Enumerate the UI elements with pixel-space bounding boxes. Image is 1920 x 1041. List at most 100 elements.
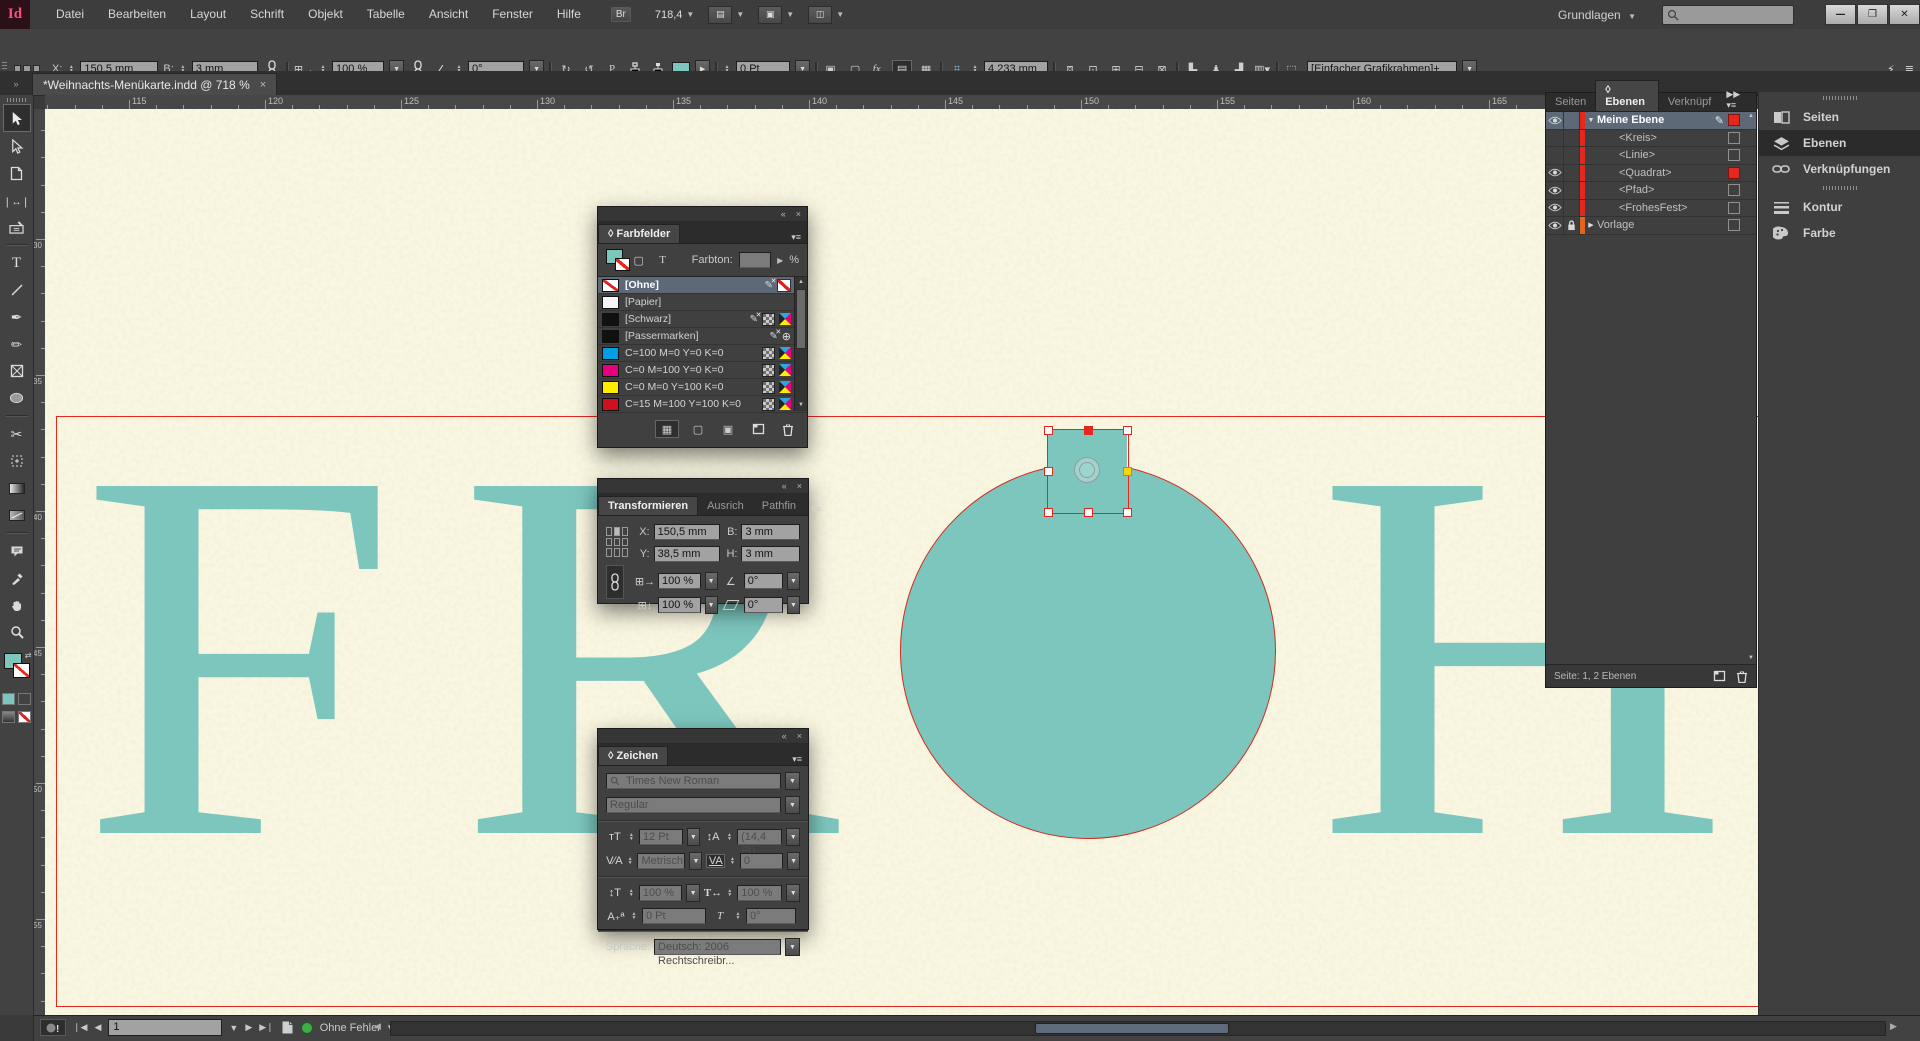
visibility-toggle[interactable]: [1546, 112, 1564, 129]
swatch-row[interactable]: C=15 M=100 Y=100 K=0: [598, 396, 807, 413]
panel-menu-icon[interactable]: ▾≡: [805, 504, 827, 515]
swatch-row[interactable]: [Passermarken]✎⊕: [598, 328, 807, 345]
swap-fill-stroke-icon[interactable]: ⇄: [25, 651, 32, 660]
tw-field[interactable]: 3 mm: [741, 524, 800, 540]
horizontal-scrollbar[interactable]: [390, 1021, 1886, 1036]
stroke-swatch[interactable]: [13, 663, 30, 678]
scroll-down-icon[interactable]: ▼: [795, 400, 807, 411]
expand-icon[interactable]: ▼: [1585, 117, 1597, 124]
close-panel-icon[interactable]: ×: [797, 731, 802, 741]
layer-row[interactable]: ▶Vorlage: [1546, 217, 1756, 235]
first-page-button[interactable]: ❘◀: [73, 1022, 87, 1033]
view-options-caret-icon[interactable]: ▼: [736, 10, 744, 19]
menu-fenster[interactable]: Fenster: [480, 0, 545, 29]
leading-field[interactable]: (14,4 Pt): [737, 829, 782, 845]
formatting-affects-container-button[interactable]: [2, 693, 15, 705]
gap-tool[interactable]: ❘↔❘: [4, 187, 30, 213]
document-canvas[interactable]: FR H « × ◊ Farbfelder ▾≡: [45, 109, 1758, 1015]
layer-row[interactable]: ▼Meine Ebene✎: [1546, 112, 1756, 130]
bridge-button[interactable]: Br: [611, 7, 631, 22]
selection-proxy[interactable]: [1728, 184, 1740, 196]
screen-mode-caret-icon[interactable]: ▼: [786, 10, 794, 19]
scissors-tool[interactable]: ✂: [4, 421, 30, 447]
workspace-switcher[interactable]: Grundlagen ▼: [1558, 8, 1636, 22]
dock-item-farbe[interactable]: Farbe: [1759, 220, 1920, 246]
text-button[interactable]: T: [654, 252, 672, 268]
gradient-tool[interactable]: [4, 475, 30, 501]
language-dropdown[interactable]: ▼: [785, 938, 800, 956]
pencil-tool[interactable]: ✏: [4, 331, 30, 357]
selection-proxy[interactable]: [1728, 219, 1740, 231]
restore-button[interactable]: ❐: [1857, 4, 1888, 25]
delete-layer-button[interactable]: [1736, 670, 1748, 683]
layer-row[interactable]: <FrohesFest>: [1546, 200, 1756, 218]
baseline-stepper[interactable]: ▲▼: [630, 912, 638, 920]
lock-toggle[interactable]: [1564, 112, 1580, 129]
lock-toggle[interactable]: [1564, 217, 1580, 234]
swatches-scrollbar[interactable]: ▲ ▼: [794, 277, 807, 411]
container-button[interactable]: ▢: [630, 252, 648, 268]
kerning-stepper[interactable]: ▲▼: [627, 857, 634, 865]
selection-proxy[interactable]: [1728, 167, 1740, 179]
show-gradient-swatches-button[interactable]: ▣: [717, 421, 739, 437]
scroll-right-icon[interactable]: ▶: [1890, 1021, 1897, 1032]
page-tool[interactable]: [4, 160, 30, 186]
formatting-affects-text-button[interactable]: [18, 693, 31, 705]
menu-datei[interactable]: Datei: [44, 0, 96, 29]
tracking-dropdown[interactable]: ▼: [787, 852, 800, 870]
visibility-toggle[interactable]: [1546, 200, 1564, 217]
tab-zeichen[interactable]: ◊ Zeichen: [598, 746, 668, 765]
horizontal-scale-field[interactable]: 100 %: [737, 885, 782, 901]
visibility-toggle[interactable]: [1546, 165, 1564, 182]
free-transform-tool[interactable]: [4, 448, 30, 474]
horizontal-ruler[interactable]: 115120125130135140145150155160165: [45, 95, 1545, 110]
swatch-row[interactable]: [Papier]: [598, 294, 807, 311]
show-all-swatches-button[interactable]: ▦: [655, 420, 679, 438]
ty-field[interactable]: 38,5 mm: [654, 546, 720, 562]
zoom-caret-icon[interactable]: ▼: [686, 10, 694, 19]
swatch-row[interactable]: [Ohne]✎: [598, 277, 807, 294]
ellipse-tool[interactable]: [4, 385, 30, 411]
panel-menu-icon[interactable]: ▾≡: [786, 754, 808, 765]
skew-stepper[interactable]: ▲▼: [734, 912, 742, 920]
close-button[interactable]: ✕: [1889, 4, 1920, 25]
vscale-stepper[interactable]: ▲▼: [628, 889, 635, 897]
arrange-caret-icon[interactable]: ▼: [836, 10, 844, 19]
swatch-row[interactable]: C=0 M=100 Y=0 K=0: [598, 362, 807, 379]
dock-grip[interactable]: [1823, 186, 1857, 190]
vertical-scale-field[interactable]: 100 %: [639, 885, 682, 901]
handle-top-center[interactable]: [1084, 426, 1093, 435]
new-layer-button[interactable]: [1713, 670, 1726, 682]
size-stepper[interactable]: ▲▼: [628, 833, 635, 841]
search-input[interactable]: [1662, 5, 1794, 25]
content-collector-tool[interactable]: [4, 214, 30, 240]
eyedropper-tool[interactable]: [4, 565, 30, 591]
tx-field[interactable]: 150,5 mm: [654, 524, 720, 540]
dock-grip[interactable]: [1823, 96, 1857, 100]
dock-item-kontur[interactable]: Kontur: [1759, 194, 1920, 220]
th-field[interactable]: 3 mm: [741, 546, 800, 562]
swatch-row[interactable]: C=100 M=0 Y=0 K=0: [598, 345, 807, 362]
apply-color-button[interactable]: [2, 711, 15, 723]
tscale-x-dd[interactable]: ▼: [705, 572, 718, 590]
tab-ebenen[interactable]: ◊ Ebenen: [1595, 80, 1659, 111]
visibility-toggle[interactable]: [1546, 182, 1564, 199]
content-grabber-icon[interactable]: [1074, 457, 1100, 483]
hscale-stepper[interactable]: ▲▼: [726, 889, 733, 897]
arrange-documents-button[interactable]: ◫: [808, 6, 832, 24]
view-options-button[interactable]: ▤: [708, 6, 732, 24]
tracking-stepper[interactable]: ▲▼: [729, 857, 736, 865]
vscale-dropdown[interactable]: ▼: [686, 884, 700, 902]
menu-ansicht[interactable]: Ansicht: [417, 0, 480, 29]
layer-row[interactable]: <Linie>: [1546, 147, 1756, 165]
minimize-button[interactable]: —: [1825, 4, 1856, 25]
document-tab-close-icon[interactable]: ×: [260, 79, 266, 91]
tint-slider-arrow-icon[interactable]: ▶: [777, 256, 783, 265]
swatch-row[interactable]: C=0 M=0 Y=100 K=0: [598, 379, 807, 396]
tools-panel-grip[interactable]: [7, 98, 27, 102]
delete-swatch-button[interactable]: [777, 421, 799, 437]
font-style-dropdown[interactable]: ▼: [785, 796, 800, 814]
dock-item-verknüpfungen[interactable]: Verknüpfungen: [1759, 156, 1920, 182]
collapse-panel-icon[interactable]: «: [782, 731, 787, 741]
scroll-left-icon[interactable]: ◀: [374, 1021, 381, 1032]
